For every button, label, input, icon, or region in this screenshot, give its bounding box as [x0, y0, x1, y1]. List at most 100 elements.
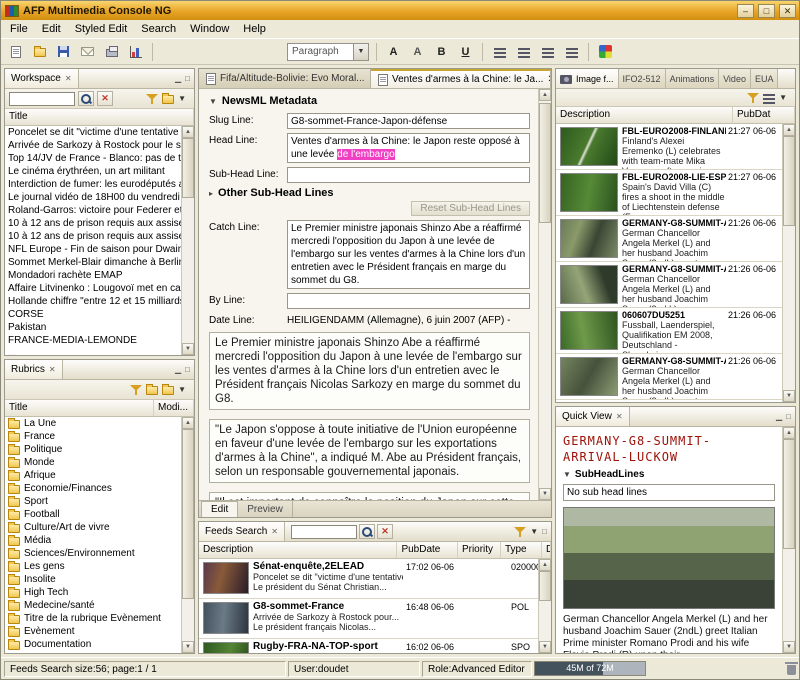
tab-ifo2-512[interactable]: IFO2-512 — [619, 69, 666, 88]
workspace-item[interactable]: FRANCE-MEDIA-LEMONDE — [5, 334, 181, 347]
maximize-window-button[interactable]: □ — [758, 4, 775, 18]
mail-button[interactable] — [76, 41, 99, 62]
filter-icon[interactable] — [514, 526, 526, 538]
font-a-button[interactable]: A — [382, 41, 405, 62]
image-row[interactable]: GERMANY-G8-SUMMIT-ARR... German Chancell… — [556, 262, 782, 308]
editor-tab-ventes-active[interactable]: Ventes d'armes à la Chine: le Ja... ✕ — [371, 69, 551, 88]
scroll-thumb[interactable] — [182, 429, 194, 599]
rubric-item[interactable]: Medecine/santé — [5, 599, 181, 612]
feed-row[interactable]: G8-sommet-France Arrivée de Sarkozy à Ro… — [199, 599, 538, 639]
sub-head-line-input[interactable] — [287, 167, 530, 183]
feeds-search-input[interactable] — [291, 525, 357, 539]
scroll-down-icon[interactable]: ▼ — [783, 390, 795, 402]
scroll-down-icon[interactable]: ▼ — [539, 488, 551, 500]
feed-row[interactable]: Sénat-enquête,2ELEAD Poncelet se dit "vi… — [199, 559, 538, 599]
workspace-clear-button[interactable]: ✕ — [97, 91, 113, 106]
scroll-track[interactable] — [182, 138, 194, 343]
menu-item[interactable]: Window — [183, 21, 236, 37]
rubric-item[interactable]: Sciences/Environnement — [5, 547, 181, 560]
rubric-item[interactable]: Documentation — [5, 638, 181, 651]
scroll-up-icon[interactable]: ▲ — [539, 559, 551, 571]
rubric-item[interactable]: Culture/Art de vivre — [5, 521, 181, 534]
folder-icon[interactable] — [162, 95, 174, 104]
workspace-item[interactable]: Top 14/JV de France - Blanco: pas de tou… — [5, 152, 181, 165]
column-header-pubdate[interactable]: PubDate — [397, 542, 457, 558]
workspace-item[interactable]: 10 à 12 ans de prison requis aux assises… — [5, 217, 181, 230]
tab-preview[interactable]: Preview — [238, 501, 293, 517]
rubric-item[interactable]: Economie/Finances — [5, 482, 181, 495]
rubric-item[interactable]: France — [5, 430, 181, 443]
indent-button[interactable] — [536, 41, 559, 62]
workspace-search-input[interactable] — [9, 92, 75, 106]
slug-line-input[interactable] — [287, 113, 530, 129]
scroll-up-icon[interactable]: ▲ — [783, 427, 795, 439]
body-paragraph[interactable]: "Le Japon s'oppose à toute initiative de… — [209, 419, 530, 483]
scroll-track[interactable] — [539, 101, 551, 488]
feeds-scrollbar[interactable]: ▲ ▼ — [538, 559, 551, 653]
workspace-item[interactable]: Le journal vidéo de 18H00 du vendredi 1e… — [5, 191, 181, 204]
statistics-button[interactable] — [124, 41, 147, 62]
body-paragraph[interactable]: "Il est important de connaître la positi… — [209, 492, 530, 500]
view-menu-icon[interactable]: ▼ — [178, 385, 186, 394]
tab-animations[interactable]: Animations — [666, 69, 720, 88]
workspace-scrollbar[interactable]: ▲ ▼ — [181, 126, 194, 355]
column-header-title[interactable]: Title — [5, 400, 154, 416]
workspace-item[interactable]: Poncelet se dit "victime d'une tentative… — [5, 126, 181, 139]
rubric-item[interactable]: Média — [5, 534, 181, 547]
rubric-item[interactable]: High Tech — [5, 586, 181, 599]
new-article-button[interactable] — [4, 41, 27, 62]
view-menu-icon[interactable]: ▼ — [779, 93, 787, 102]
scroll-track[interactable] — [182, 429, 194, 641]
rubric-item[interactable]: Football — [5, 508, 181, 521]
close-tab-icon[interactable]: ✕ — [547, 74, 551, 85]
minimize-view-icon[interactable]: ▁ — [175, 366, 181, 374]
close-window-button[interactable]: ✕ — [779, 4, 796, 18]
workspace-item[interactable]: ... — [5, 347, 181, 355]
list-numbered-button[interactable] — [512, 41, 535, 62]
scroll-thumb[interactable] — [783, 136, 795, 226]
column-header-description[interactable]: Description — [199, 542, 397, 558]
by-line-input[interactable] — [287, 293, 530, 309]
editor-scrollbar[interactable]: ▲ ▼ — [538, 89, 551, 500]
feeds-search-tab[interactable]: Feeds Search ✕ — [199, 522, 285, 541]
scroll-thumb[interactable] — [182, 138, 194, 198]
rubric-item[interactable]: Afrique — [5, 469, 181, 482]
image-row[interactable]: 060607DU5251 Fussball, Laenderspiel, Qua… — [556, 308, 782, 354]
rubric-item[interactable]: Evènement — [5, 625, 181, 638]
feeds-search-button[interactable] — [359, 524, 375, 539]
rubrics-scrollbar[interactable]: ▲ ▼ — [181, 417, 194, 653]
chevron-down-icon[interactable]: ▼ — [353, 44, 368, 60]
view-menu-icon[interactable]: ▼ — [530, 527, 538, 536]
rubrics-tab[interactable]: Rubrics ✕ — [5, 360, 63, 379]
workspace-item[interactable]: Arrivée de Sarkozy à Rostock pour le som… — [5, 139, 181, 152]
scroll-down-icon[interactable]: ▼ — [783, 641, 795, 653]
trash-icon[interactable] — [787, 665, 796, 675]
close-tab-icon[interactable]: ✕ — [65, 74, 72, 83]
workspace-item[interactable]: Hollande chiffre "entre 12 et 15 milliar… — [5, 295, 181, 308]
minimize-view-icon[interactable]: ▁ — [175, 75, 181, 83]
menu-item[interactable]: Search — [134, 21, 183, 37]
filter-icon[interactable] — [130, 384, 142, 396]
menu-item[interactable]: Edit — [35, 21, 68, 37]
subheadlines-section-header[interactable]: ▼ SubHeadLines — [563, 469, 775, 480]
image-row[interactable]: FBL-EURO2008-LIE-ESP Spain's David Villa… — [556, 170, 782, 216]
body-paragraph[interactable]: Le Premier ministre japonais Shinzo Abe … — [209, 332, 530, 410]
workspace-item[interactable]: Le cinéma érythréen, un art militant — [5, 165, 181, 178]
column-header-dateline[interactable]: DateLine — [542, 542, 551, 558]
image-row[interactable]: GERMANY-G8-SUMMIT-ARR... German Chancell… — [556, 216, 782, 262]
image-row[interactable]: FBL-EURO2008-FINLAND-BEL Finland's Alexe… — [556, 124, 782, 170]
rubric-item[interactable]: Monde — [5, 456, 181, 469]
column-header-modified[interactable]: Modi... — [154, 400, 194, 416]
column-header-priority[interactable]: Priority — [458, 542, 501, 558]
workspace-item[interactable]: NFL Europe - Fin de saison pour Dwain Ch… — [5, 243, 181, 256]
scroll-up-icon[interactable]: ▲ — [783, 124, 795, 136]
scroll-down-icon[interactable]: ▼ — [182, 343, 194, 355]
feed-row[interactable]: Rugby-FRA-NA-TOP-sport 16:02 06-06 SPO P… — [199, 639, 538, 653]
catch-line-input[interactable]: Le Premier ministre japonais Shinzo Abe … — [287, 220, 530, 289]
quickview-scrollbar[interactable]: ▲ ▼ — [782, 427, 795, 653]
scroll-track[interactable] — [539, 571, 551, 641]
paragraph-style-select[interactable]: Paragraph ▼ — [287, 43, 369, 61]
view-menu-icon[interactable]: ▼ — [178, 94, 186, 103]
image-row[interactable]: GERMANY-G8-SUMMIT-ARR... German Chancell… — [556, 354, 782, 400]
filter-icon[interactable] — [146, 93, 158, 105]
